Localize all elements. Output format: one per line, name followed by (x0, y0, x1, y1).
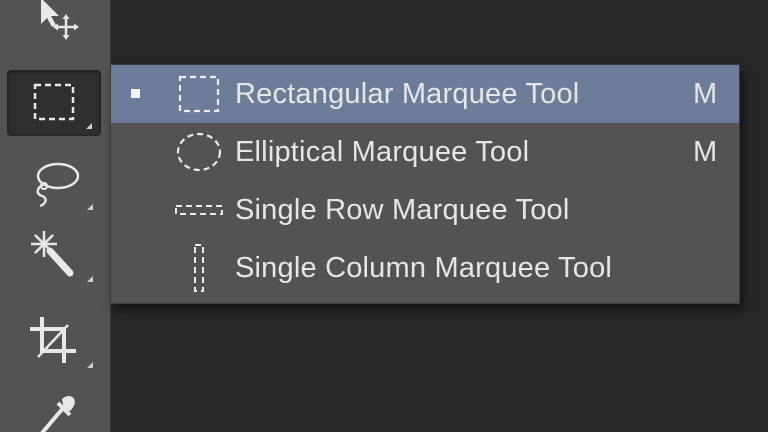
crop-tool-button[interactable] (7, 308, 101, 374)
elliptical-marquee-icon (171, 123, 227, 181)
magic-wand-icon (31, 231, 74, 277)
current-tool-indicator (131, 89, 140, 98)
more-tools-indicator (87, 204, 93, 210)
more-tools-indicator (87, 362, 93, 368)
single-column-marquee-icon (171, 239, 227, 297)
menu-item-label: Single Row Marquee Tool (235, 194, 570, 226)
rectangular-marquee-icon (33, 83, 75, 121)
menu-item-single-column-marquee[interactable]: Single Column Marquee Tool (111, 239, 739, 297)
menu-item-label: Single Column Marquee Tool (235, 252, 613, 284)
marquee-tool-button[interactable] (7, 70, 101, 136)
menu-item-single-row-marquee[interactable]: Single Row Marquee Tool (111, 181, 739, 239)
menu-item-shortcut: M (693, 78, 718, 110)
single-row-marquee-icon (171, 181, 227, 239)
move-icon (41, 0, 79, 40)
magic-wand-tool-button[interactable] (7, 222, 101, 288)
eyedropper-icon (40, 396, 75, 432)
menu-item-label: Elliptical Marquee Tool (235, 136, 530, 168)
lasso-icon (36, 162, 80, 208)
marquee-tools-flyout-menu: Rectangular Marquee Tool M Elliptical Ma… (110, 64, 740, 304)
menu-item-rectangular-marquee[interactable]: Rectangular Marquee Tool M (111, 65, 739, 123)
photoshop-workspace: Rectangular Marquee Tool M Elliptical Ma… (0, 0, 768, 432)
crop-icon (30, 317, 76, 363)
tools-panel (0, 0, 111, 432)
menu-item-shortcut: M (693, 136, 718, 168)
rectangular-marquee-icon (171, 65, 227, 123)
menu-item-label: Rectangular Marquee Tool (235, 78, 580, 110)
more-tools-indicator (86, 123, 92, 129)
move-tool-button[interactable] (7, 0, 101, 48)
menu-item-elliptical-marquee[interactable]: Elliptical Marquee Tool M (111, 123, 739, 181)
lasso-tool-button[interactable] (7, 150, 101, 216)
eyedropper-tool-button[interactable] (7, 384, 101, 432)
more-tools-indicator (87, 276, 93, 282)
